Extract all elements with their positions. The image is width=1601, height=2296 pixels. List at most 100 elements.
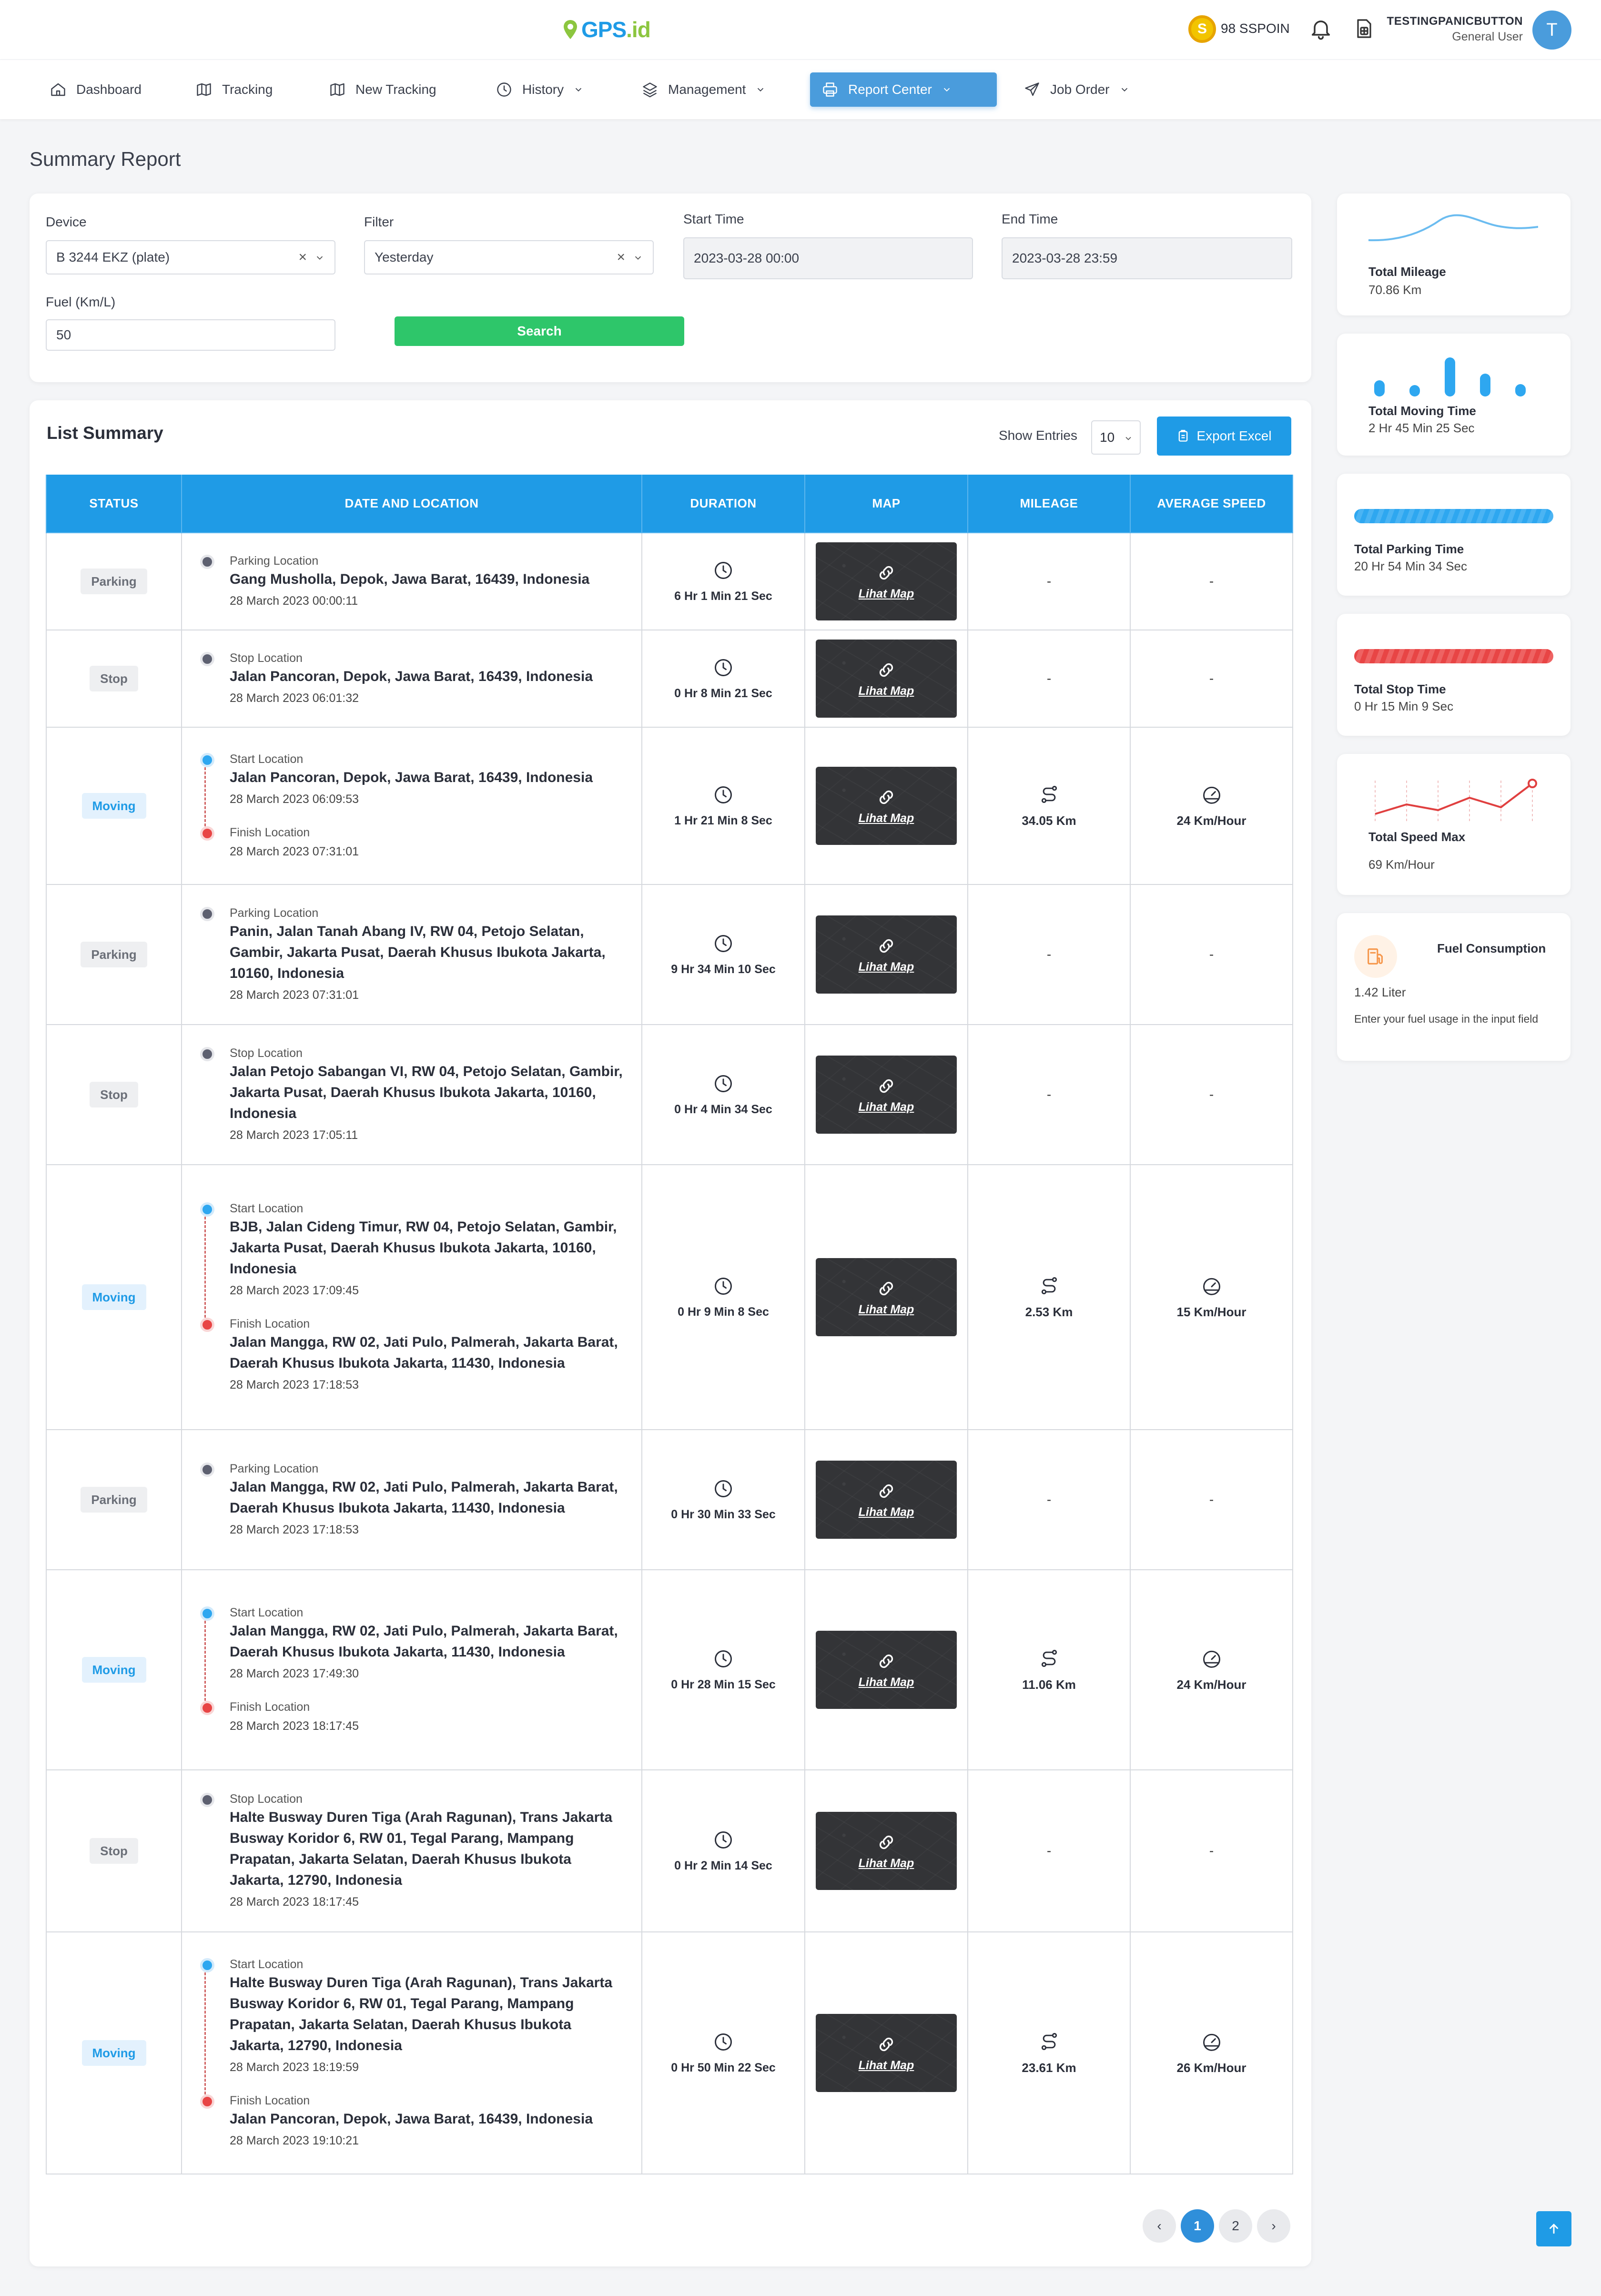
route-icon xyxy=(1041,785,1057,803)
view-map-link[interactable]: Lihat Map xyxy=(859,1505,914,1519)
location-entry: Stop Location Jalan Pancoran, Depok, Jawa… xyxy=(200,650,627,707)
nav-new-tracking[interactable]: New Tracking xyxy=(317,72,448,107)
duration-value: 0 Hr 4 Min 34 Sec xyxy=(674,1102,772,1116)
clock-icon xyxy=(715,935,732,952)
view-map-link[interactable]: Lihat Map xyxy=(859,1857,914,1870)
column-header-duration[interactable]: DURATION xyxy=(641,475,805,533)
view-map-link[interactable]: Lihat Map xyxy=(859,1100,914,1114)
mileage-wave-icon xyxy=(1368,214,1538,242)
duration-value: 0 Hr 50 Min 22 Sec xyxy=(671,2061,776,2074)
start-time-field[interactable]: 2023-03-28 00:00 xyxy=(683,237,973,279)
column-header-status[interactable]: STATUS xyxy=(46,475,182,533)
date-location-cell: Parking Location Gang Musholla, Depok, Ja… xyxy=(181,532,642,630)
view-map-link[interactable]: Lihat Map xyxy=(859,960,914,974)
filter-select[interactable]: Yesterday × xyxy=(364,240,654,274)
date-location-cell: Stop Location Jalan Petojo Sabangan VI, R… xyxy=(181,1024,642,1165)
fuel-title: Fuel Consumption xyxy=(1437,941,1546,955)
nav-dashboard[interactable]: Dashboard xyxy=(38,72,153,107)
table-body: Parking Parking Location Gang Musholla, De… xyxy=(46,532,1293,2174)
start-time-value: 2023-03-28 00:00 xyxy=(694,251,800,265)
list-title: List Summary xyxy=(47,423,163,443)
location-entry: Parking Location Jalan Mangga, RW 02, Jat… xyxy=(200,1461,627,1539)
nav-management[interactable]: Management xyxy=(630,72,777,107)
nav-report-center-label: Report Center xyxy=(848,82,932,97)
avatar[interactable]: T xyxy=(1532,10,1571,50)
status-badge: Parking xyxy=(81,569,147,594)
speed-value: 26 Km/Hour xyxy=(1176,2060,1246,2075)
location-block: Stop Location Jalan Petojo Sabangan VI, R… xyxy=(182,1031,641,1158)
map-thumbnail[interactable]: Lihat Map xyxy=(816,542,957,620)
home-icon xyxy=(51,83,65,96)
sim-card-icon[interactable] xyxy=(1352,16,1375,41)
clock-icon xyxy=(715,1650,732,1667)
view-map-link[interactable]: Lihat Map xyxy=(859,1303,914,1317)
map-thumbnail[interactable]: Lihat Map xyxy=(816,915,957,994)
mileage-metric: 23.61 Km xyxy=(968,2031,1130,2075)
map-thumbnail[interactable]: Lihat Map xyxy=(816,1631,957,1709)
moving-bars-icon xyxy=(1374,357,1526,396)
next-page-button[interactable]: › xyxy=(1257,2209,1290,2243)
bell-icon[interactable] xyxy=(1308,16,1333,41)
view-map-link[interactable]: Lihat Map xyxy=(859,2059,914,2072)
export-excel-button[interactable]: Export Excel xyxy=(1157,417,1291,456)
average-speed-cell: 24 Km/Hour xyxy=(1130,727,1293,885)
speed-value: 24 Km/Hour xyxy=(1176,1677,1246,1692)
location-dot-icon xyxy=(200,1793,214,1807)
location-time: 28 March 2023 17:18:53 xyxy=(230,1523,359,1536)
map-thumbnail[interactable]: Lihat Map xyxy=(816,640,957,718)
map-thumbnail[interactable]: Lihat Map xyxy=(816,2014,957,2092)
device-value: B 3244 EKZ (plate) xyxy=(56,250,170,264)
column-header-date-location[interactable]: DATE AND LOCATION xyxy=(181,475,642,533)
map-thumbnail[interactable]: Lihat Map xyxy=(816,1056,957,1134)
chevron-down-icon xyxy=(943,88,950,92)
status-badge: Moving xyxy=(81,1657,146,1683)
view-map-link[interactable]: Lihat Map xyxy=(859,587,914,601)
location-dot-icon xyxy=(200,1463,214,1477)
average-speed-cell: - xyxy=(1130,1769,1293,1932)
fuel-input[interactable]: 50 xyxy=(46,319,335,351)
duration-cell: 1 Hr 21 Min 8 Sec xyxy=(641,727,805,885)
brand-logo[interactable]: GPS.id xyxy=(562,15,651,44)
user-name[interactable]: TESTINGPANICBUTTON xyxy=(1387,13,1523,30)
map-thumbnail[interactable]: Lihat Map xyxy=(816,1812,957,1890)
nav-tracking[interactable]: Tracking xyxy=(184,72,284,107)
prev-page-button[interactable]: ‹ xyxy=(1143,2209,1176,2243)
page-1-button[interactable]: 1 xyxy=(1181,2209,1214,2243)
column-header-mileage[interactable]: MILEAGE xyxy=(967,475,1131,533)
view-map-link[interactable]: Lihat Map xyxy=(859,1676,914,1689)
chevron-down-icon xyxy=(635,256,641,260)
end-time-field[interactable]: 2023-03-28 23:59 xyxy=(1002,237,1292,279)
back-to-top-button[interactable] xyxy=(1536,2211,1571,2246)
view-map-link[interactable]: Lihat Map xyxy=(859,684,914,698)
map-thumbnail[interactable]: Lihat Map xyxy=(816,1461,957,1539)
device-select[interactable]: B 3244 EKZ (plate) × xyxy=(46,240,335,274)
table-row: Moving Start Location BJB, Jalan Cideng Ti… xyxy=(46,1164,1293,1430)
duration-cell: 0 Hr 50 Min 22 Sec xyxy=(641,1931,805,2174)
date-location-cell: Start Location Jalan Mangga, RW 02, Jati … xyxy=(181,1569,642,1770)
entries-value: 10 xyxy=(1100,430,1115,445)
clock-icon xyxy=(715,561,732,579)
nav-job-order[interactable]: Job Order xyxy=(1012,72,1141,107)
clear-device-icon[interactable]: × xyxy=(298,241,307,274)
view-map-link[interactable]: Lihat Map xyxy=(859,812,914,825)
duration-cell: 6 Hr 1 Min 21 Sec xyxy=(641,532,805,630)
table-row: Moving Start Location Halte Busway Duren T… xyxy=(46,1931,1293,2174)
points-label[interactable]: 98 SSPOIN xyxy=(1221,19,1290,38)
entries-select[interactable]: 10 xyxy=(1091,420,1141,455)
start-location-label: Start Location xyxy=(230,1202,304,1215)
clock-icon xyxy=(497,82,511,97)
search-button[interactable]: Search xyxy=(395,316,684,346)
map-thumbnail[interactable]: Lihat Map xyxy=(816,1258,957,1336)
map-thumbnail[interactable]: Lihat Map xyxy=(816,767,957,845)
finish-location-entry: Finish Location Jalan Pancoran, Depok, Ja… xyxy=(200,2093,627,2150)
column-header-average-speed[interactable]: AVERAGE SPEED xyxy=(1130,475,1293,533)
nav-report-center[interactable]: Report Center xyxy=(810,72,997,107)
clear-filter-icon[interactable]: × xyxy=(617,241,625,274)
chevron-down-icon xyxy=(758,88,764,92)
column-header-map[interactable]: MAP xyxy=(804,475,968,533)
duration-cell: 0 Hr 2 Min 14 Sec xyxy=(641,1769,805,1932)
finish-location-time: 28 March 2023 17:18:53 xyxy=(230,1378,359,1392)
nav-history[interactable]: History xyxy=(484,72,595,107)
chevron-down-icon xyxy=(1121,88,1127,92)
page-2-button[interactable]: 2 xyxy=(1219,2209,1252,2243)
